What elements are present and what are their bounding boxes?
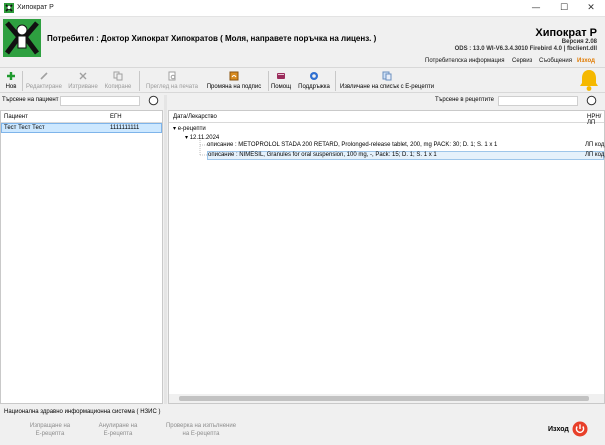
cross-icon (79, 72, 87, 80)
prescription-code: ЛП код (585, 142, 605, 148)
signature-icon (229, 71, 239, 81)
prescription-tree: Дата/Лекарство НРН/ЛП ▾ е-рецепти ▾ 12.1… (168, 110, 605, 404)
copy-button[interactable]: Копиране (102, 70, 134, 92)
prescription-search-label: Търсене в рецептите (435, 97, 495, 103)
copy-icon (113, 71, 123, 81)
send-eprescription-button[interactable]: Изпращане на Е-рецепта (20, 422, 80, 438)
minimize-button[interactable]: — (522, 0, 550, 17)
power-icon (572, 421, 588, 437)
patient-egn: 1111111111 (110, 125, 140, 131)
tree-node-eprescriptions[interactable]: ▾ е-рецепти (173, 125, 206, 132)
brand-title: Хипократ Р (535, 27, 597, 39)
fetch-eprescriptions-button[interactable]: Извличане на списък с Е-рецепти (337, 70, 437, 92)
version-label: Версия 2.08 (561, 39, 597, 45)
tree-item-prescription-selected[interactable]: описание : NIMESIL, Granules for oral su… (207, 151, 604, 160)
menu-user-info[interactable]: Потребителска информация (425, 58, 505, 64)
support-button[interactable]: Поддръжка (295, 70, 333, 92)
table-row[interactable]: Тест Тест Тест 1111111111 (1, 123, 162, 133)
panel-splitter[interactable] (164, 95, 167, 404)
exit-button[interactable]: Изход (548, 421, 588, 439)
menu-messages[interactable]: Съобщения (539, 58, 572, 64)
tree-item-prescription[interactable]: описание : METOPROLOL STADA 200 RETARD, … (207, 142, 604, 148)
patient-name: Тест Тест Тест (4, 125, 45, 131)
hippocrat-logo-icon (3, 19, 41, 57)
prescription-code: ЛП код (585, 152, 605, 158)
book-icon (277, 73, 285, 79)
toolbar-separator (335, 71, 336, 91)
user-line: Потребител : Доктор Хипократ Хипократов … (47, 34, 377, 43)
prescription-search-input[interactable] (498, 96, 578, 106)
prescription-description: описание : METOPROLOL STADA 200 RETARD, … (207, 142, 498, 148)
toolbar: Нов Редактиране Изтриване Копиране Прегл… (0, 67, 605, 93)
column-header-date-drug[interactable]: Дата/Лекарство (173, 114, 217, 120)
prescription-description: описание : NIMESIL, Granules for oral su… (208, 152, 437, 158)
patient-search-label: Търсене на пациент (2, 97, 59, 103)
horizontal-scrollbar[interactable] (169, 394, 604, 403)
menu-exit[interactable]: Изход (577, 58, 595, 64)
lifebuoy-icon (310, 72, 318, 80)
download-list-icon (382, 71, 392, 81)
exit-label: Изход (548, 426, 569, 433)
column-header-patient[interactable]: Пациент (4, 114, 28, 120)
toolbar-separator (139, 71, 140, 91)
prescription-tree-header: Дата/Лекарство НРН/ЛП (169, 111, 604, 126)
notification-bell-icon[interactable] (578, 68, 600, 92)
print-preview-button[interactable]: Преглед на печата (143, 70, 201, 92)
title-bar: Хипократ Р — ☐ ✕ (0, 0, 605, 17)
patient-list-header: Пациент ЕГН (1, 111, 162, 123)
nzis-label: Национална здравно информационна система… (4, 409, 161, 415)
delete-button[interactable]: Изтриване (66, 70, 100, 92)
new-button[interactable]: Нов (2, 70, 20, 92)
window-title: Хипократ Р (17, 4, 54, 11)
scrollbar-thumb[interactable] (179, 396, 589, 401)
collapse-arrow-icon[interactable]: ▾ (185, 135, 188, 141)
maximize-button[interactable]: ☐ (550, 0, 578, 17)
check-execution-button[interactable]: Проверка на изпълнение на Е-рецепта (160, 422, 242, 438)
change-signature-button[interactable]: Промяна на подпис (203, 70, 265, 92)
prescription-search-icon[interactable] (586, 95, 597, 106)
close-button[interactable]: ✕ (577, 0, 605, 17)
patient-search-icon[interactable] (148, 95, 159, 106)
toolbar-separator (22, 71, 23, 91)
toolbar-separator (268, 71, 269, 91)
top-menu: Потребителска информация Сервиз Съобщени… (0, 58, 605, 67)
help-button[interactable]: Помощ (270, 70, 292, 92)
nzis-panel: Национална здравно информационна система… (0, 405, 605, 445)
app-logo-icon (4, 3, 14, 13)
collapse-arrow-icon[interactable]: ▾ (173, 126, 176, 132)
cancel-eprescription-button[interactable]: Анулиране на Е-рецепта (88, 422, 148, 438)
column-header-egn[interactable]: ЕГН (110, 114, 122, 120)
db-info-label: ODS : 13.0 WI-V6.3.4.3010 Firebird 4.0 |… (454, 46, 597, 52)
plus-icon (7, 72, 15, 80)
patient-search-input[interactable] (60, 96, 140, 106)
menu-service[interactable]: Сервиз (512, 58, 532, 64)
pencil-icon (40, 72, 48, 80)
edit-button[interactable]: Редактиране (24, 70, 64, 92)
print-preview-icon (168, 71, 176, 81)
column-header-nrn[interactable]: НРН/ЛП (587, 114, 604, 126)
tree-node-label: е-рецепти (177, 126, 206, 132)
app-header: Потребител : Доктор Хипократ Хипократов … (0, 17, 605, 58)
patient-list: Пациент ЕГН Тест Тест Тест 1111111111 (0, 110, 163, 404)
